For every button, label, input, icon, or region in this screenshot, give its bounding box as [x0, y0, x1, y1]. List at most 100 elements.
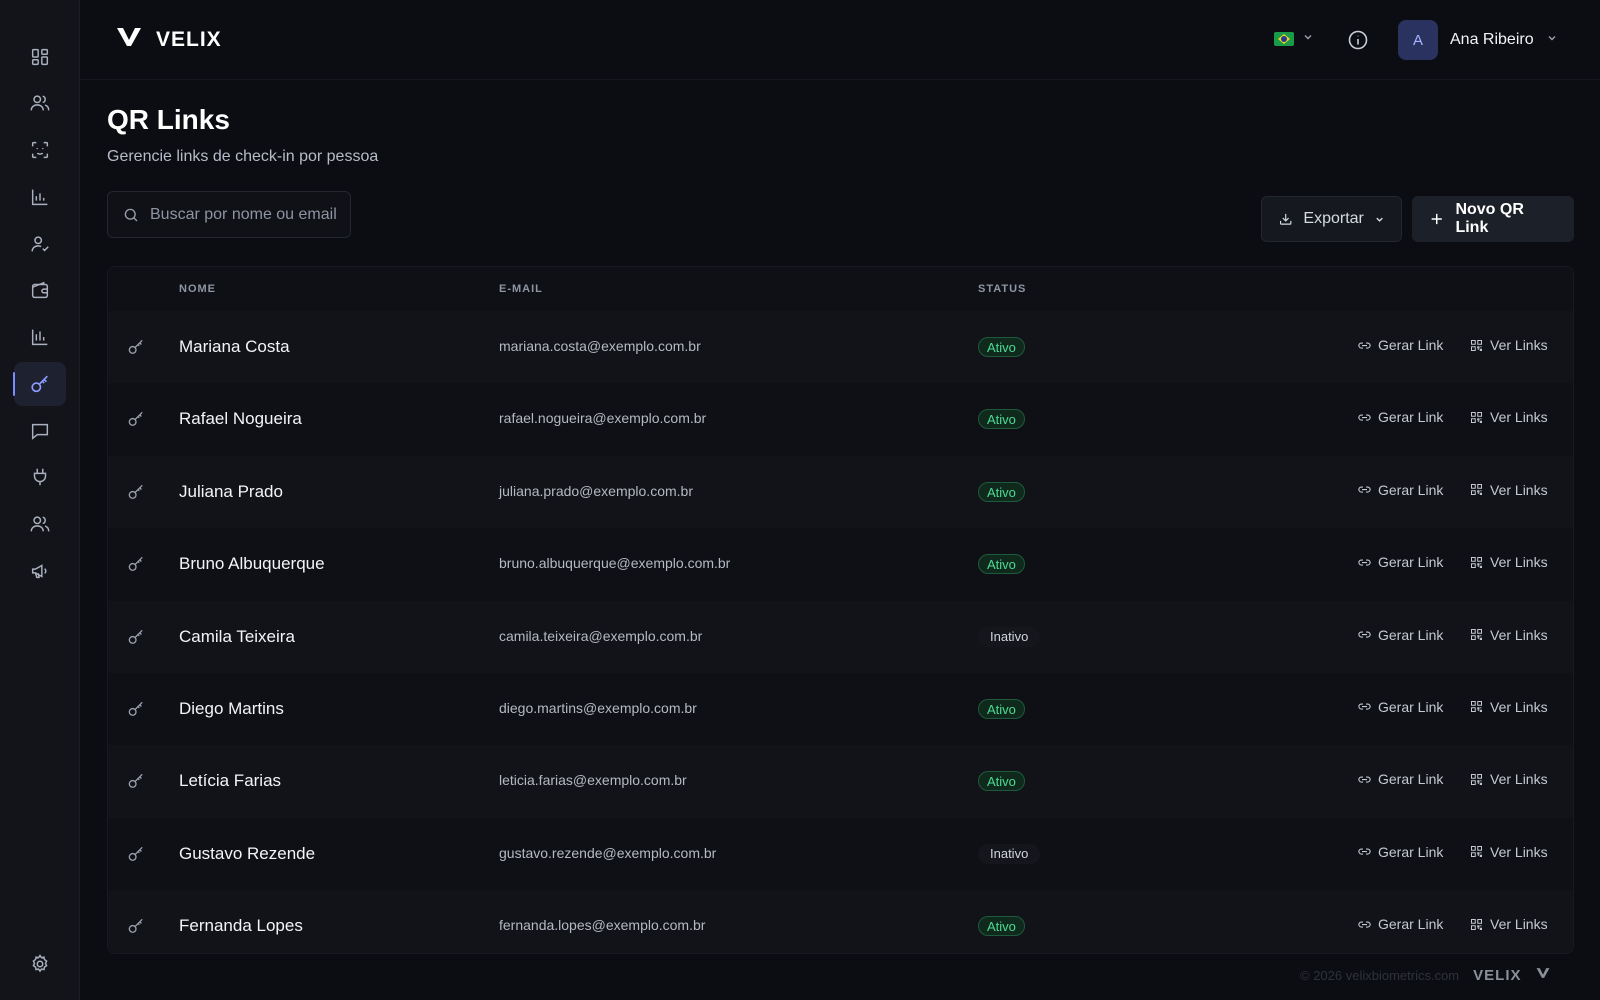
sidebar-item-user-check[interactable] [14, 222, 66, 266]
generate-link-label: Gerar Link [1378, 626, 1444, 643]
sidebar-item-messages[interactable] [14, 409, 66, 453]
generate-link-label: Gerar Link [1378, 916, 1444, 933]
column-header-email: E-MAIL [499, 283, 543, 295]
view-links-label: Ver Links [1490, 771, 1548, 788]
download-icon [1279, 213, 1292, 225]
generate-link-button[interactable]: Gerar Link [1357, 409, 1443, 425]
bar-chart-icon [31, 189, 48, 206]
new-qr-link-button[interactable]: Novo QR Link [1412, 196, 1574, 242]
generate-link-button[interactable]: Gerar Link [1357, 844, 1443, 860]
generate-link-button[interactable]: Gerar Link [1357, 337, 1443, 353]
page-subtitle: Gerencie links de check-in por pessoa [107, 148, 379, 165]
generate-link-button[interactable]: Gerar Link [1357, 554, 1443, 570]
brand-logo[interactable]: VELIX [116, 26, 222, 53]
sidebar-item-wallet[interactable] [14, 268, 66, 312]
view-links-label: Ver Links [1490, 916, 1548, 933]
person-name: Diego Martins [179, 698, 284, 718]
sidebar-item-settings[interactable] [14, 942, 66, 986]
wallet-icon [31, 281, 49, 299]
search-input[interactable] [150, 205, 340, 224]
new-qr-link-label: Novo QR Link [1455, 201, 1524, 236]
sidebar-item-users[interactable] [14, 81, 66, 125]
status-badge: Ativo [978, 337, 1025, 357]
user-menu[interactable]: A Ana Ribeiro [1398, 20, 1558, 60]
chevron-down-icon [1546, 31, 1558, 49]
export-button[interactable]: Exportar [1261, 196, 1402, 242]
view-links-button[interactable]: Ver Links [1469, 554, 1548, 570]
search-box[interactable] [107, 191, 351, 238]
table-header: NOME E-MAIL STATUS [108, 267, 1573, 311]
table-row: Rafael Nogueira rafael.nogueira@exemplo.c… [108, 383, 1573, 456]
sidebar-item-dashboard[interactable] [14, 35, 66, 79]
view-links-label: Ver Links [1490, 626, 1548, 643]
person-email: fernanda.lopes@exemplo.com.br [499, 917, 706, 934]
generate-link-button[interactable]: Gerar Link [1357, 916, 1443, 932]
key-icon [31, 375, 48, 393]
qr-code-icon [1469, 555, 1484, 570]
language-selector[interactable] [1274, 30, 1314, 48]
face-scan-icon [31, 141, 49, 159]
chevron-down-icon [1302, 30, 1314, 48]
topbar: VELIX A Ana Ribeiro [80, 0, 1600, 80]
export-label: Exportar [1303, 210, 1364, 227]
view-links-button[interactable]: Ver Links [1469, 482, 1548, 498]
person-name: Camila Teixeira [179, 626, 295, 646]
qr-code-icon [1469, 772, 1484, 787]
megaphone-icon [31, 564, 47, 579]
generate-link-label: Gerar Link [1378, 698, 1444, 715]
qr-code-icon [1469, 627, 1484, 642]
view-links-label: Ver Links [1490, 409, 1548, 426]
key-icon [126, 409, 146, 429]
sidebar-item-qr-links[interactable] [13, 362, 66, 406]
view-links-button[interactable]: Ver Links [1469, 916, 1548, 932]
page-title: QR Links [107, 104, 230, 135]
info-icon[interactable] [1346, 28, 1370, 52]
view-links-button[interactable]: Ver Links [1469, 771, 1548, 787]
sidebar-item-team[interactable] [14, 502, 66, 546]
view-links-button[interactable]: Ver Links [1469, 409, 1548, 425]
qr-code-icon [1469, 482, 1484, 497]
sidebar-item-campaigns[interactable] [14, 549, 66, 593]
status-badge: Ativo [978, 771, 1025, 792]
footer-logo: VELIX [1473, 966, 1522, 984]
brand-name: VELIX [156, 27, 222, 51]
sidebar-item-reports[interactable] [14, 315, 66, 359]
link-icon [1357, 338, 1372, 353]
link-icon [1357, 699, 1372, 714]
table-row: Bruno Albuquerque bruno.albuquerque@exemp… [108, 528, 1573, 601]
link-icon [1357, 772, 1372, 787]
view-links-button[interactable]: Ver Links [1469, 337, 1548, 353]
view-links-button[interactable]: Ver Links [1469, 627, 1548, 643]
status-badge: Ativo [978, 554, 1025, 575]
link-icon [1357, 555, 1372, 570]
users-icon [30, 95, 50, 111]
sidebar-item-analytics[interactable] [14, 175, 66, 219]
generate-link-button[interactable]: Gerar Link [1357, 771, 1443, 787]
generate-link-button[interactable]: Gerar Link [1357, 627, 1443, 643]
person-name: Gustavo Rezende [179, 843, 316, 863]
brazil-flag-icon [1274, 32, 1294, 46]
team-icon [30, 516, 50, 532]
column-header-name: NOME [179, 283, 216, 295]
reports-chart-icon [31, 329, 48, 346]
sidebar-item-face-scan[interactable] [14, 128, 66, 172]
view-links-button[interactable]: Ver Links [1469, 844, 1548, 860]
person-email: bruno.albuquerque@exemplo.com.br [499, 555, 731, 572]
link-icon [1357, 410, 1372, 425]
status-badge: Ativo [978, 481, 1025, 502]
generate-link-button[interactable]: Gerar Link [1357, 699, 1443, 715]
table-row: Juliana Prado juliana.prado@exemplo.com.b… [108, 455, 1573, 529]
person-email: camila.teixeira@exemplo.com.br [499, 627, 703, 644]
generate-link-label: Gerar Link [1378, 409, 1444, 426]
person-name: Fernanda Lopes [179, 916, 303, 936]
qr-code-icon [1469, 410, 1484, 425]
table-row: Camila Teixeira camila.teixeira@exemplo.c… [108, 600, 1573, 673]
key-icon [126, 916, 146, 936]
view-links-button[interactable]: Ver Links [1469, 699, 1548, 715]
generate-link-button[interactable]: Gerar Link [1357, 482, 1443, 498]
status-badge: Ativo [978, 698, 1025, 719]
view-links-label: Ver Links [1490, 337, 1548, 353]
sidebar-item-integrations[interactable] [14, 455, 66, 499]
generate-link-label: Gerar Link [1378, 843, 1444, 860]
link-icon [1357, 627, 1372, 642]
